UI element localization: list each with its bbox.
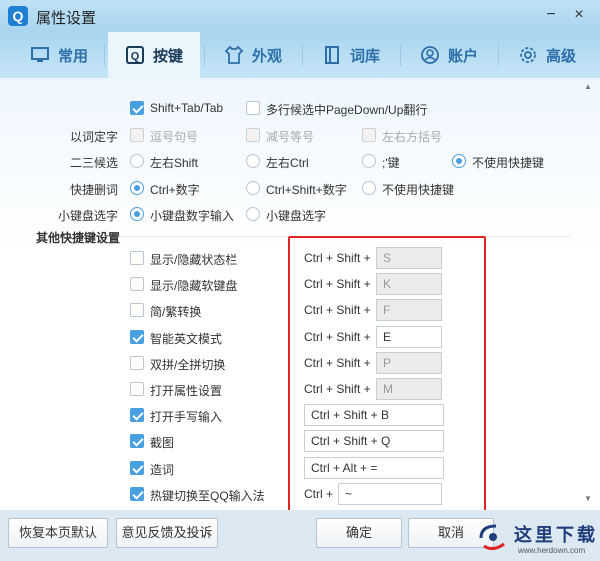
feedback-button[interactable]: 意见反馈及投诉 [116,518,218,548]
lr-shift-radio[interactable] [130,154,144,168]
tab-label: 词库 [349,47,380,65]
no-hotkey-label: 不使用快捷键 [472,156,545,170]
scroll-down-arrow-icon[interactable]: ▼ [584,494,592,503]
semicolon-quote-radio[interactable] [362,154,376,168]
multi-row-label: 多行候选中PageDown/Up翻行 [266,103,428,117]
tab-gaoji[interactable]: 高级 [502,32,592,78]
highlight-box [288,236,486,512]
hotkey-checkbox-create-word[interactable] [130,461,144,475]
brackets-checkbox[interactable] [362,128,376,142]
lr-ctrl-radio[interactable] [246,154,260,168]
hotkey-label: 热键切换至QQ输入法 [150,489,265,503]
tab-zhanghu[interactable]: 账户 [404,32,494,78]
hotkey-label: 打开属性设置 [150,384,223,398]
hotkey-checkbox-simp-trad[interactable] [130,303,144,317]
comma-period-checkbox[interactable] [130,128,144,142]
hotkey-checkbox-smart-english[interactable] [130,330,144,344]
tab-label: 高级 [545,47,576,65]
numpad-select-radio[interactable] [246,207,260,221]
hotkey-checkbox-softkeyboard[interactable] [130,277,144,291]
no-hotkey-radio[interactable] [452,154,466,168]
section-title-hotkeys: 其他快捷键设置 [36,231,121,245]
user-icon [421,46,439,64]
keyboard-q-icon: Q [125,46,144,64]
title-bar: Q 属性设置 − × [0,0,600,32]
row-label-yicidingzi: 以词定字 [69,130,118,144]
hotkey-checkbox-handwriting[interactable] [130,408,144,422]
watermark-text: 这里下载 [514,525,598,546]
semicolon-quote-label: ;'键 [382,156,400,170]
row-label-ersanhouxuan: 二三候选 [69,156,118,170]
numpad-input-radio[interactable] [130,207,144,221]
hotkey-label: 简/繁转换 [150,305,202,319]
hotkey-label: 显示/隐藏软键盘 [150,279,238,293]
qq-input-logo-icon: Q [8,6,28,26]
monitor-icon [30,47,49,62]
hotkey-checkbox-statusbar[interactable] [130,251,144,265]
tab-label: 常用 [57,47,88,65]
hotkey-label: 造词 [150,463,175,477]
hotkey-label: 截图 [150,436,175,450]
row-label-kuaijieshanci: 快捷删词 [69,183,118,197]
tab-ciku[interactable]: 词库 [306,32,396,78]
hotkey-label: 智能英文模式 [150,332,223,346]
no-delete-hotkey-label: 不使用快捷键 [382,183,455,197]
brackets-label: 左右方括号 [382,130,443,144]
ctrl-shift-number-label: Ctrl+Shift+数字 [266,183,347,197]
hotkey-checkbox-shuangpin[interactable] [130,356,144,370]
minus-equal-label: 减号等号 [266,130,315,144]
window-title: 属性设置 [36,10,97,27]
no-delete-hotkey-radio[interactable] [362,181,376,195]
tab-label: 账户 [447,47,478,65]
watermark-logo-icon [479,524,505,551]
hotkey-checkbox-switch-qq[interactable] [130,487,144,501]
comma-period-label: 逗号句号 [150,130,199,144]
shift-tab-label: Shift+Tab/Tab [150,101,224,115]
shift-tab-checkbox[interactable] [130,101,144,115]
ok-button[interactable]: 确定 [316,518,402,548]
svg-text:Q: Q [131,51,140,63]
numpad-select-label: 小键盘选字 [266,209,327,223]
lr-ctrl-label: 左右Ctrl [266,156,309,170]
tab-bar: 常用 Q 按键 外观 词库 账户 高级 [0,32,600,78]
multi-row-checkbox[interactable] [246,101,260,115]
tab-anjian[interactable]: Q 按键 [108,32,200,78]
tab-changyong[interactable]: 常用 [18,32,100,78]
close-button[interactable]: × [570,6,588,24]
row-label-xiaojianpan: 小键盘选字 [57,209,118,223]
tab-label: 按键 [152,47,183,65]
ctrl-number-radio[interactable] [130,181,144,195]
tab-label: 外观 [251,47,282,65]
minimize-button[interactable]: − [542,6,560,24]
ctrl-number-label: Ctrl+数字 [150,183,200,197]
numpad-input-label: 小键盘数字输入 [150,209,235,223]
hotkey-checkbox-open-settings[interactable] [130,382,144,396]
hotkey-checkbox-screenshot[interactable] [130,434,144,448]
hotkey-label: 双拼/全拼切换 [150,358,226,372]
ctrl-shift-number-radio[interactable] [246,181,260,195]
gear-icon [520,47,536,63]
book-icon [324,46,339,64]
minus-equal-checkbox[interactable] [246,128,260,142]
tab-waiguan[interactable]: 外观 [208,32,298,78]
tshirt-icon [224,45,244,64]
lr-shift-label: 左右Shift [150,156,199,170]
restore-default-button[interactable]: 恢复本页默认 [8,518,108,548]
scrollbar[interactable] [584,78,594,510]
hotkey-label: 打开手写输入 [150,410,223,424]
hotkey-label: 显示/隐藏状态栏 [150,253,238,267]
watermark-url: www.herdown.com [518,546,586,555]
scroll-up-arrow-icon[interactable]: ▲ [584,82,592,91]
